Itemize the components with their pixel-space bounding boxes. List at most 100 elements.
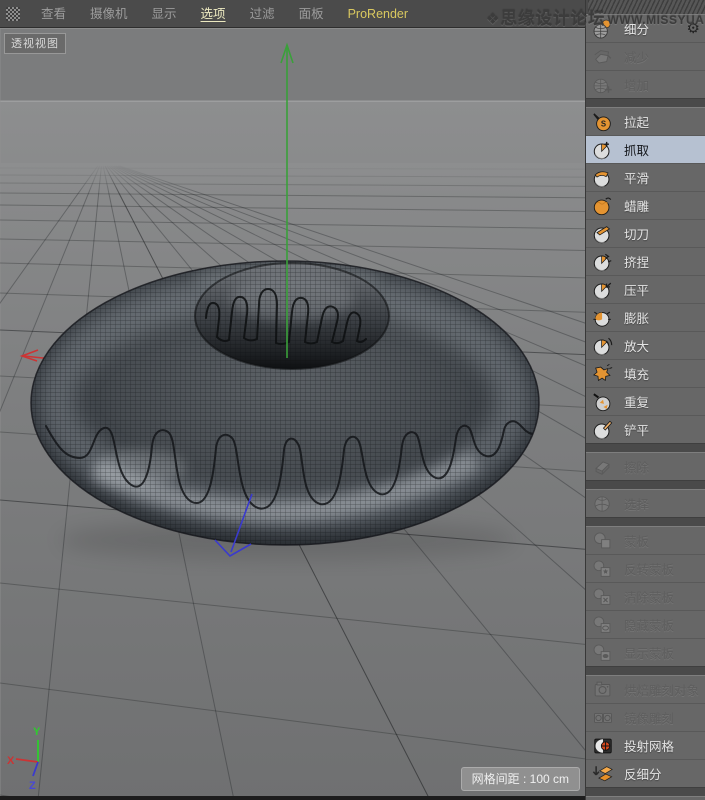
donut-model[interactable] bbox=[31, 260, 541, 547]
smooth-icon bbox=[591, 166, 615, 190]
unsubdivide-icon bbox=[591, 762, 615, 786]
menu-prorender[interactable]: ProRender bbox=[336, 0, 420, 28]
project-mesh-icon bbox=[591, 734, 615, 758]
tool-pinch[interactable]: 挤捏 bbox=[586, 247, 705, 275]
tool-label: 减少 bbox=[624, 47, 649, 66]
menu-view[interactable]: 查看 bbox=[29, 0, 78, 28]
tool-label: 铲平 bbox=[624, 420, 649, 439]
repeat-icon bbox=[591, 390, 615, 414]
tool-label: 拉起 bbox=[624, 112, 649, 131]
tool-smooth[interactable]: 平滑 bbox=[586, 163, 705, 191]
tool-label: 放大 bbox=[624, 336, 649, 355]
tool-label: 擦除 bbox=[624, 457, 649, 476]
watermark-site-name: 思缘设计论坛 bbox=[500, 5, 605, 29]
menu-options[interactable]: 选项 bbox=[189, 0, 238, 28]
tool-label: 显示蒙板 bbox=[624, 643, 674, 662]
decrease-icon bbox=[591, 45, 615, 69]
tool-label: 膨胀 bbox=[624, 308, 649, 327]
tool-mask: 蒙板 bbox=[586, 527, 705, 554]
tool-label: 烘焙雕刻对象 bbox=[624, 680, 699, 699]
menu-display[interactable]: 显示 bbox=[140, 0, 189, 28]
wax-icon bbox=[591, 194, 615, 218]
tool-label: 选择 bbox=[624, 494, 649, 513]
watermark: ❖ 思缘设计论坛 www.missyuan.com bbox=[486, 5, 705, 29]
tool-group-brushes: S 拉起抓取平滑蜡雕切刀挤捏压平膨胀放大填充重复铲平 bbox=[586, 107, 705, 444]
tool-label: 镜像雕刻 bbox=[624, 708, 674, 727]
tool-group-mask: 蒙板反转蒙板清除蒙板隐藏蒙板显示蒙板 bbox=[586, 526, 705, 667]
tool-label: 挤捏 bbox=[624, 252, 649, 271]
tool-clear-mask: 清除蒙板 bbox=[586, 582, 705, 610]
sculpt-sidebar: 细分⚙减少增加S拉起抓取平滑蜡雕切刀挤捏压平膨胀放大填充重复铲平擦除选择蒙板反转… bbox=[585, 0, 705, 800]
tool-label: 投射网格 bbox=[624, 736, 674, 755]
invert-mask-icon bbox=[591, 557, 615, 581]
tool-grab[interactable]: 抓取 bbox=[586, 135, 705, 163]
tool-label: 填充 bbox=[624, 364, 649, 383]
menu-grip-handle[interactable] bbox=[6, 7, 20, 21]
tool-wax[interactable]: 蜡雕 bbox=[586, 191, 705, 219]
tool-erase: 擦除 bbox=[586, 453, 705, 480]
watermark-logo-icon: ❖ bbox=[486, 10, 499, 28]
tool-group-clipped-bottom bbox=[586, 796, 705, 800]
tool-group-select: 选择 bbox=[586, 489, 705, 518]
viewport-column: Y X Z 查看 摄像机 显示 选项 过滤 面板 ProRender 透视视图 … bbox=[0, 0, 585, 800]
tool-increase: 增加 bbox=[586, 70, 705, 98]
flatten-icon bbox=[591, 278, 615, 302]
tool-show-mask: 显示蒙板 bbox=[586, 638, 705, 666]
tool-label: 压平 bbox=[624, 280, 649, 299]
tool-label: 反细分 bbox=[624, 764, 662, 783]
tool-label: 蒙板 bbox=[624, 531, 649, 550]
tool-group-erase: 擦除 bbox=[586, 452, 705, 481]
inflate-icon bbox=[591, 306, 615, 330]
mask-icon bbox=[591, 529, 615, 553]
knife-icon bbox=[591, 222, 615, 246]
tool-label: 重复 bbox=[624, 392, 649, 411]
menu-panel[interactable]: 面板 bbox=[287, 0, 336, 28]
tool-fill[interactable]: 填充 bbox=[586, 359, 705, 387]
clear-mask-icon bbox=[591, 585, 615, 609]
grid-spacing-readout: 网格间距 : 100 cm bbox=[461, 767, 580, 791]
tool-knife[interactable]: 切刀 bbox=[586, 219, 705, 247]
tool-inflate[interactable]: 膨胀 bbox=[586, 303, 705, 331]
svg-text:S: S bbox=[601, 119, 606, 128]
view-name-label[interactable]: 透视视图 bbox=[4, 33, 66, 54]
tool-label: 增加 bbox=[624, 75, 649, 94]
horizon-line bbox=[0, 101, 585, 103]
tool-unsubdivide[interactable]: 反细分 bbox=[586, 759, 705, 787]
tool-repeat[interactable]: 重复 bbox=[586, 387, 705, 415]
tool-select: 选择 bbox=[586, 490, 705, 517]
tool-pull[interactable]: S 拉起 bbox=[586, 108, 705, 135]
tool-amplify[interactable]: 放大 bbox=[586, 331, 705, 359]
tool-label: 清除蒙板 bbox=[624, 587, 674, 606]
cinema4d-sculpt-window: Y X Z 查看 摄像机 显示 选项 过滤 面板 ProRender 透视视图 … bbox=[0, 0, 705, 800]
axis-label-z: Z bbox=[29, 780, 36, 792]
tool-label: 隐藏蒙板 bbox=[624, 615, 674, 634]
amplify-icon bbox=[591, 334, 615, 358]
viewport-sky bbox=[0, 28, 585, 102]
tool-project-mesh[interactable]: 投射网格 bbox=[586, 731, 705, 759]
tool-bake: 烘焙雕刻对象 bbox=[586, 676, 705, 703]
mirror-icon bbox=[591, 706, 615, 730]
tool-label: 抓取 bbox=[624, 140, 649, 159]
pull-icon: S bbox=[591, 110, 615, 134]
menu-camera[interactable]: 摄像机 bbox=[78, 0, 140, 28]
tool-flatten[interactable]: 压平 bbox=[586, 275, 705, 303]
tool-label: 反转蒙板 bbox=[624, 559, 674, 578]
grab-icon bbox=[591, 138, 615, 162]
axis-label-x: X bbox=[7, 755, 15, 767]
tool-scrape[interactable]: 铲平 bbox=[586, 415, 705, 443]
tool-group-utilities: 烘焙雕刻对象镜像雕刻投射网格反细分 bbox=[586, 675, 705, 788]
tool-label: 切刀 bbox=[624, 224, 649, 243]
show-mask-icon bbox=[591, 641, 615, 665]
tool-hide-mask: 隐藏蒙板 bbox=[586, 610, 705, 638]
increase-icon bbox=[591, 73, 615, 97]
menu-filter[interactable]: 过滤 bbox=[238, 0, 287, 28]
pinch-icon bbox=[591, 250, 615, 274]
viewport-canvas[interactable]: Y X Z bbox=[0, 0, 585, 800]
tool-label: 平滑 bbox=[624, 168, 649, 187]
tool-mirror: 镜像雕刻 bbox=[586, 703, 705, 731]
tool-label: 蜡雕 bbox=[624, 196, 649, 215]
erase-icon bbox=[591, 455, 615, 479]
tool-decrease: 减少 bbox=[586, 42, 705, 70]
hide-mask-icon bbox=[591, 613, 615, 637]
tool-invert-mask: 反转蒙板 bbox=[586, 554, 705, 582]
